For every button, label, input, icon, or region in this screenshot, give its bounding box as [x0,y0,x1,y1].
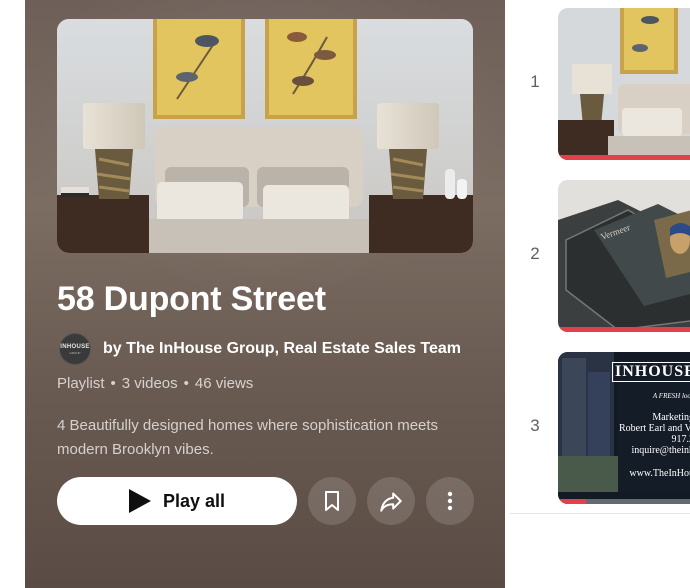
meta-separator: • [110,375,116,392]
playlist-video-item[interactable]: 3 INHOUSE A FRESH look Marketing Robert … [510,352,690,504]
thumbnail-text-overlay: INHOUSE A FRESH look Marketing Robert Ea… [612,362,690,479]
playlist-page: 58 Dupont Street INHOUSE GROUP by The In… [0,0,690,588]
thumb-line5-text: www.TheInHou [629,468,690,479]
video-index: 3 [530,416,540,435]
more-options-button[interactable] [426,477,474,525]
playlist-video-item[interactable]: 2 Vermeer [510,180,690,332]
video-index: 2 [530,244,540,263]
playlist-description: 4 Beautifully designed homes where sophi… [57,417,439,458]
video-thumbnail[interactable] [558,8,690,160]
video-thumbnail[interactable]: Vermeer [558,180,690,332]
share-icon [380,492,402,512]
thumb-line4-text: inquire@theinh [631,445,690,456]
view-count: 46 views [194,375,254,392]
save-playlist-button[interactable] [308,477,356,525]
channel-avatar[interactable]: INHOUSE GROUP [59,333,91,365]
bedroom-image [57,19,473,253]
play-icon [128,489,151,513]
playlist-video-item[interactable]: 1 [510,8,690,160]
thumb-tagline-text: A FRESH look [652,392,690,400]
bookmark-icon [325,491,339,511]
avatar-logo-text: INHOUSE [60,343,90,350]
watch-progress-bar [558,499,586,504]
playlist-author-row[interactable]: INHOUSE GROUP by The InHouse Group, Real… [59,333,461,365]
channel-name-link[interactable]: by The InHouse Group, Real Estate Sales … [103,340,461,358]
watch-progress-bar [558,155,690,160]
thumb-brand-text: INHOUSE [612,362,690,382]
video-count: 3 videos [121,375,178,392]
play-all-label: Play all [162,490,226,511]
meta-separator: • [183,375,189,392]
playlist-header-panel: 58 Dupont Street INHOUSE GROUP by The In… [25,0,505,588]
playlist-cover-image[interactable] [57,19,473,253]
playlist-meta: Playlist • 3 videos • 46 views [57,375,253,392]
thumb-line1-text: Marketing [652,412,690,423]
bedroom-thumbnail [558,8,690,160]
video-index: 1 [530,72,540,91]
play-all-button[interactable]: Play all [57,477,297,525]
playlist-title: 58 Dupont Street [57,280,326,318]
playlist-actions: Play all [57,477,474,525]
thumb-line3-text: 917.2 [671,434,690,445]
thumb-line2-text: Robert Earl and Vi [618,423,690,434]
avatar-logo-subtext: GROUP [69,350,81,355]
watch-progress-bar [558,327,690,332]
book-on-table-thumbnail: Vermeer [558,180,690,332]
video-thumbnail[interactable]: INHOUSE A FRESH look Marketing Robert Ea… [558,352,690,504]
share-button[interactable] [367,477,415,525]
list-divider [510,513,690,514]
playlist-type-label: Playlist [57,375,105,392]
more-vert-icon [447,491,453,511]
